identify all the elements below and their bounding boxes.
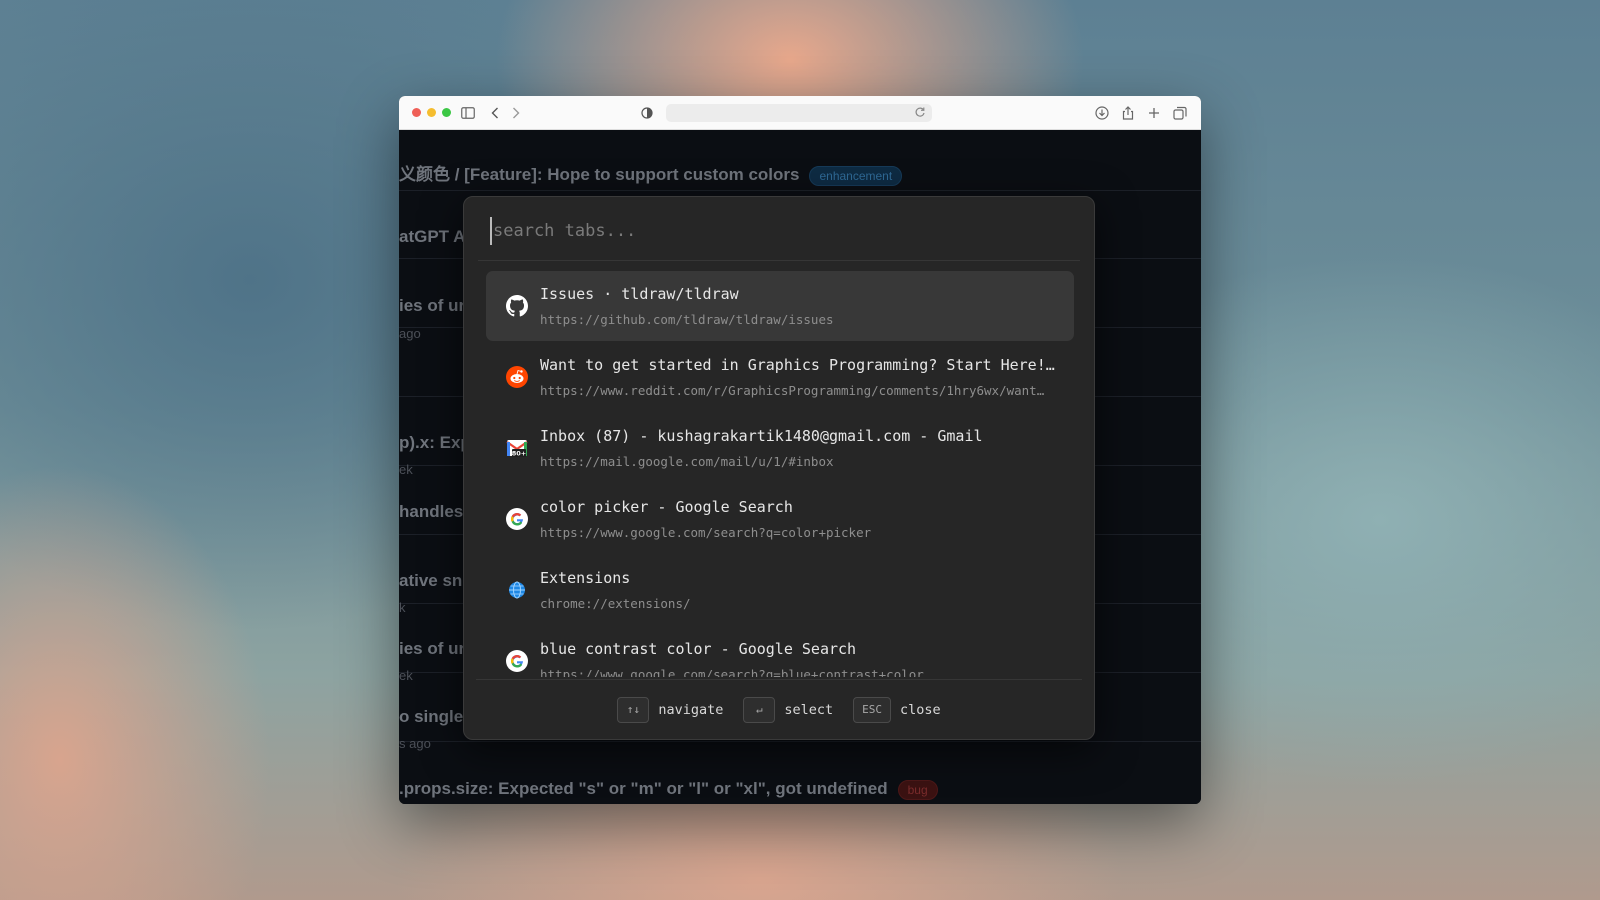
tab-result-item[interactable]: Extensions chrome://extensions/ — [486, 555, 1074, 625]
tab-title: color picker - Google Search — [540, 498, 793, 516]
new-tab-icon[interactable] — [1146, 105, 1162, 121]
address-bar[interactable] — [666, 104, 932, 122]
tab-result-item[interactable]: color picker - Google Search https://www… — [486, 484, 1074, 554]
keyboard-hints: ↑↓ navigate ↵ select ESC close — [476, 679, 1082, 739]
tab-result-item[interactable]: Issues · tldraw/tldraw https://github.co… — [486, 271, 1074, 341]
navigate-label: navigate — [658, 701, 724, 718]
tab-url: chrome://extensions/ — [540, 596, 691, 611]
tab-search-palette: Issues · tldraw/tldraw https://github.co… — [463, 196, 1095, 740]
tab-url: https://www.reddit.com/r/GraphicsProgram… — [540, 383, 1045, 398]
tab-results-list: Issues · tldraw/tldraw https://github.co… — [486, 271, 1074, 677]
tab-result-item[interactable]: 80+ Inbox (87) - kushagrakartik1480@gmai… — [486, 413, 1074, 483]
globe-icon — [506, 579, 528, 601]
reddit-icon — [506, 366, 528, 388]
issue-title[interactable]: 义颜色 / [Feature]: Hope to support custom … — [399, 165, 799, 184]
issue-title[interactable]: o single — [399, 707, 463, 727]
tab-result-item[interactable]: Want to get started in Graphics Programm… — [486, 342, 1074, 412]
close-window-button[interactable] — [412, 108, 421, 117]
reload-icon[interactable] — [914, 105, 928, 119]
github-icon — [506, 295, 528, 317]
google-icon — [506, 508, 528, 530]
enhancement-label-badge[interactable]: enhancement — [809, 165, 903, 186]
sidebar-toggle-icon[interactable] — [460, 105, 476, 121]
issue-title-wrap: .props.size: Expected "s" or "m" or "l" … — [399, 779, 938, 800]
arrow-keys-icon: ↑↓ — [617, 696, 650, 723]
escape-key-icon: ESC — [853, 696, 892, 723]
issue-title[interactable]: ative sn — [399, 571, 462, 591]
tab-result-item[interactable]: blue contrast color - Google Search http… — [486, 626, 1074, 677]
tab-title: blue contrast color - Google Search — [540, 640, 857, 658]
downloads-icon[interactable] — [1094, 105, 1110, 121]
issue-title[interactable]: .props.size: Expected "s" or "m" or "l" … — [399, 779, 888, 798]
tab-url: https://www.google.com/search?q=color+pi… — [540, 525, 872, 540]
issue-title[interactable]: ies of ur — [399, 639, 465, 659]
zoom-window-button[interactable] — [442, 108, 451, 117]
tab-url: https://mail.google.com/mail/u/1/#inbox — [540, 454, 834, 469]
tab-title: Inbox (87) - kushagrakartik1480@gmail.co… — [540, 427, 983, 445]
navigate-hint: ↑↓ navigate — [617, 696, 724, 723]
issue-title[interactable]: atGPT At — [399, 227, 471, 247]
forward-icon[interactable] — [508, 105, 524, 121]
google-icon — [506, 650, 528, 672]
traffic-lights — [412, 108, 451, 117]
issue-title[interactable]: handles — [399, 502, 463, 522]
back-icon[interactable] — [487, 105, 503, 121]
select-label: select — [784, 701, 834, 718]
tab-url: https://www.google.com/search?q=blue+con… — [540, 667, 924, 677]
share-icon[interactable] — [1120, 105, 1136, 121]
tab-title: Extensions — [540, 569, 631, 587]
gmail-icon: 80+ — [506, 437, 528, 459]
bug-label-badge[interactable]: bug — [897, 779, 938, 800]
issue-title-wrap: 义颜色 / [Feature]: Hope to support custom … — [399, 160, 903, 186]
issue-row[interactable]: .props.size: Expected "s" or "m" or "l" … — [399, 743, 1201, 804]
tab-title: Issues · tldraw/tldraw — [540, 285, 739, 303]
close-hint: ESC close — [853, 696, 941, 723]
gmail-unread-badge: 80+ — [512, 450, 527, 458]
tab-overview-icon[interactable] — [1172, 105, 1188, 121]
issue-row[interactable]: 义颜色 / [Feature]: Hope to support custom … — [399, 123, 1201, 191]
issue-title[interactable]: p).x: Exp — [399, 433, 471, 453]
enter-key-icon: ↵ — [743, 696, 776, 723]
privacy-shield-icon[interactable] — [639, 105, 655, 121]
tab-title: Want to get started in Graphics Programm… — [540, 356, 1055, 374]
tab-url: https://github.com/tldraw/tldraw/issues — [540, 312, 834, 327]
minimize-window-button[interactable] — [427, 108, 436, 117]
select-hint: ↵ select — [743, 696, 834, 723]
search-area — [478, 197, 1080, 261]
issue-title[interactable]: ies of ur — [399, 296, 465, 316]
search-tabs-input[interactable] — [490, 217, 1050, 245]
close-label: close — [900, 701, 941, 718]
